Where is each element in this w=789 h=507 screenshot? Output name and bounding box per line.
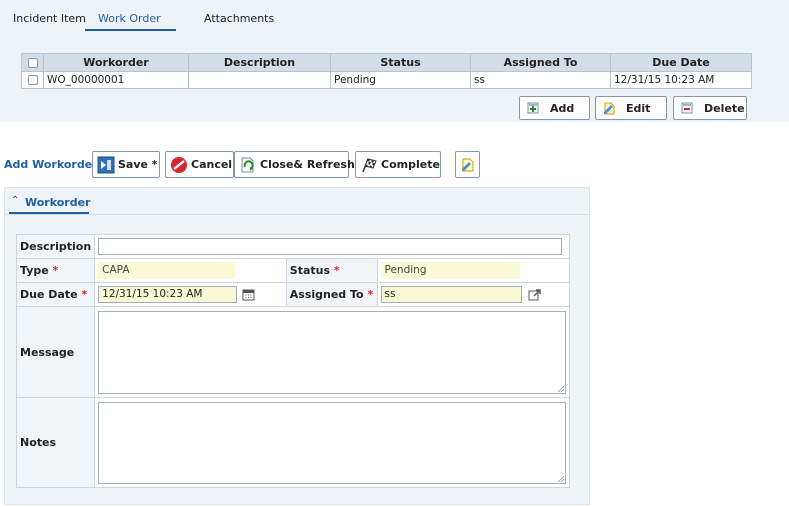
message-label: Message — [15, 306, 96, 398]
table-header-row: Workorder Description Status Assigned To… — [21, 53, 752, 72]
add-button[interactable]: Add — [519, 96, 590, 120]
cancel-button-label: Cancel — [191, 158, 233, 171]
add-workorder-title: Add Workorder — [4, 158, 98, 171]
row-checkbox[interactable] — [21, 71, 44, 89]
calendar-icon[interactable] — [242, 288, 255, 301]
open-lookup-icon[interactable] — [528, 288, 542, 301]
cell-status: Pending — [330, 71, 471, 89]
workorder-section-header[interactable]: ⌃ Workorder — [5, 188, 589, 215]
add-button-label: Add — [550, 101, 575, 115]
column-header-assigned-to[interactable]: Assigned To — [470, 53, 611, 72]
complete-button[interactable]: Complete — [355, 151, 441, 178]
description-label: Description — [15, 234, 96, 259]
workorder-table: Workorder Description Status Assigned To… — [21, 53, 752, 89]
tab-incident-item[interactable]: Incident Item — [13, 12, 86, 25]
save-button[interactable]: Save * — [92, 151, 160, 178]
close-refresh-button-label: Close& Refresh — [260, 158, 355, 171]
due-date-label: Due Date * — [15, 282, 96, 307]
delete-button[interactable]: Delete — [673, 96, 747, 120]
resize-grip-icon[interactable] — [557, 474, 565, 482]
delete-button-label: Delete — [704, 101, 745, 115]
select-all-checkbox[interactable] — [21, 53, 44, 72]
description-input[interactable] — [98, 238, 563, 255]
close-refresh-button[interactable]: Close& Refresh — [234, 151, 355, 178]
type-label: Type * — [15, 258, 96, 283]
edit-button[interactable]: Edit — [595, 96, 667, 120]
status-value: Pending — [380, 262, 520, 279]
cancel-button[interactable]: Cancel — [165, 151, 234, 178]
note-button[interactable] — [455, 151, 480, 178]
assigned-to-label: Assigned To * — [285, 282, 378, 307]
table-row[interactable]: WO_00000001 Pending ss 12/31/15 10:23 AM — [21, 71, 752, 89]
message-textarea[interactable] — [98, 310, 567, 394]
active-tab-indicator — [85, 29, 176, 31]
due-date-input[interactable]: 12/31/15 10:23 AM — [98, 286, 238, 303]
notes-textarea[interactable] — [98, 401, 567, 484]
add-icon — [527, 102, 539, 114]
resize-grip-icon[interactable] — [557, 384, 565, 392]
column-header-status[interactable]: Status — [330, 53, 471, 72]
section-title-underline — [9, 212, 89, 214]
type-value: CAPA — [98, 262, 236, 279]
cell-description — [188, 71, 331, 89]
cancel-icon — [171, 156, 187, 173]
cell-workorder: WO_00000001 — [43, 71, 189, 89]
notes-label: Notes — [15, 397, 96, 488]
collapse-caret-icon[interactable]: ⌃ — [11, 195, 19, 206]
complete-button-label: Complete — [381, 158, 440, 171]
checkered-flag-icon — [362, 157, 377, 172]
note-icon — [461, 158, 473, 171]
workorder-form-panel: ⌃ Workorder Description Type * CAPA Stat… — [4, 187, 590, 505]
status-label: Status * — [285, 258, 378, 283]
edit-icon — [604, 102, 615, 115]
cell-due-date: 12/31/15 10:23 AM — [610, 71, 752, 89]
workorder-section-title: Workorder — [25, 196, 91, 209]
workorder-grid-panel: Workorder Description Status Assigned To… — [0, 32, 789, 122]
column-header-description[interactable]: Description — [188, 53, 331, 72]
tab-work-order[interactable]: Work Order — [98, 12, 161, 25]
refresh-icon — [241, 157, 254, 172]
edit-button-label: Edit — [626, 101, 651, 115]
tab-attachments[interactable]: Attachments — [204, 12, 274, 25]
save-icon — [97, 156, 115, 173]
cell-assigned-to: ss — [470, 71, 611, 89]
column-header-workorder[interactable]: Workorder — [43, 53, 189, 72]
delete-icon — [681, 102, 693, 114]
save-button-label: Save * — [118, 158, 158, 171]
column-header-due-date[interactable]: Due Date — [610, 53, 752, 72]
assigned-to-input[interactable]: ss — [380, 286, 522, 303]
tab-bar: Incident Item Work Order Attachments — [0, 0, 789, 32]
workorder-form-table: Description Type * CAPA Status * Pending… — [15, 234, 571, 488]
